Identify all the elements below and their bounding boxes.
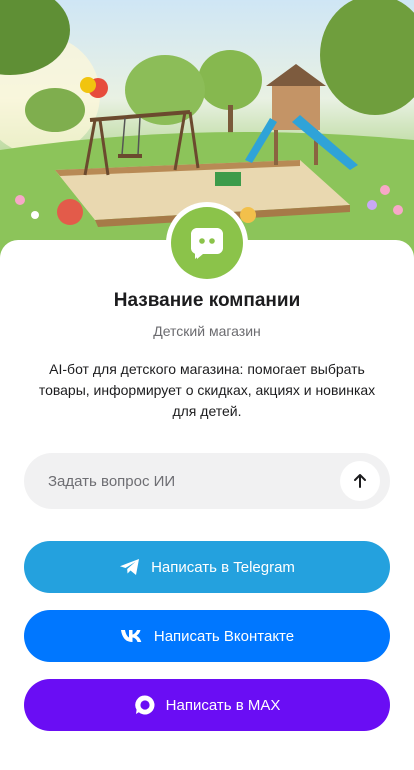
ask-ai-input[interactable] — [48, 453, 328, 509]
telegram-button-label: Написать в Telegram — [151, 558, 295, 576]
max-button-label: Написать в MAX — [165, 696, 281, 714]
ask-ai-field — [24, 453, 390, 509]
company-type: Детский магазин — [153, 323, 261, 339]
vk-button-label: Написать Вконтакте — [153, 627, 295, 645]
company-name: Название компании — [113, 290, 301, 311]
vk-button[interactable]: Написать Вконтакте — [24, 610, 390, 662]
max-icon — [134, 694, 156, 716]
send-button[interactable] — [340, 461, 380, 501]
chat-bot-icon — [191, 228, 223, 259]
arrow-up-icon — [354, 474, 366, 488]
vk-icon — [120, 629, 144, 643]
company-description: AI-бот для детского магазина: помогает в… — [38, 361, 376, 419]
company-avatar — [166, 202, 248, 284]
avatar-circle — [171, 207, 243, 279]
max-button[interactable]: Написать в MAX — [24, 679, 390, 731]
telegram-icon — [119, 558, 141, 576]
telegram-button[interactable]: Написать в Telegram — [24, 541, 390, 593]
